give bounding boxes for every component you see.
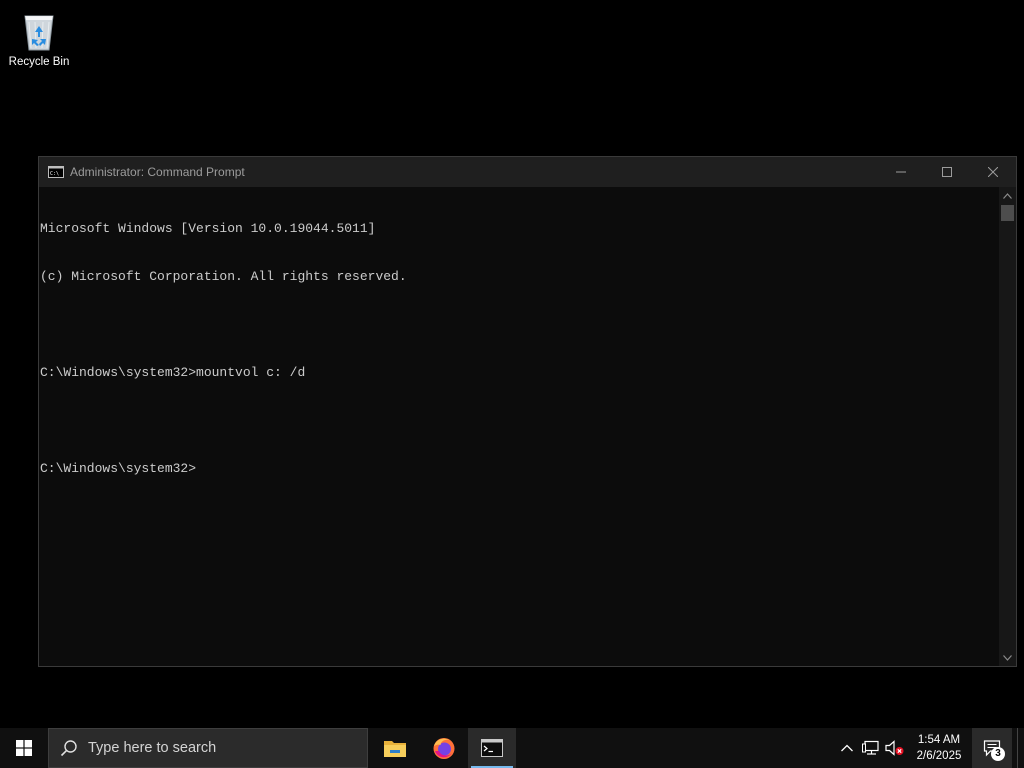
chevron-down-icon <box>1003 654 1012 661</box>
firefox-icon <box>433 738 455 759</box>
vertical-scrollbar[interactable] <box>999 187 1016 666</box>
taskbar-app-command-prompt[interactable] <box>468 728 516 768</box>
network-icon <box>862 740 879 755</box>
scrollbar-thumb[interactable] <box>1001 205 1014 221</box>
action-center-button[interactable]: 3 <box>972 728 1012 768</box>
console-icon <box>481 739 503 757</box>
taskbar-search-box[interactable]: Type here to search <box>48 728 368 768</box>
windows-logo-icon <box>16 740 32 756</box>
console-icon: C:\ <box>48 166 64 178</box>
recycle-bin-icon <box>24 15 54 51</box>
console-line: Microsoft Windows [Version 10.0.19044.50… <box>40 221 376 236</box>
search-placeholder: Type here to search <box>88 740 217 756</box>
window-titlebar[interactable]: C:\ Administrator: Command Prompt <box>39 157 1016 187</box>
minimize-icon <box>896 171 906 173</box>
show-desktop-button[interactable] <box>1017 728 1024 768</box>
window-controls <box>878 157 1016 187</box>
command-prompt-window[interactable]: C:\ Administrator: Command Prompt Micros… <box>38 156 1017 667</box>
console-prompt-line[interactable]: C:\Windows\system32> <box>40 461 999 477</box>
taskbar: Type here to search 1:54 AM 2/6/2025 3 <box>0 728 1024 768</box>
clock-date: 2/6/2025 <box>916 750 962 762</box>
console-output[interactable]: Microsoft Windows [Version 10.0.19044.50… <box>39 187 999 666</box>
start-button[interactable] <box>0 728 48 768</box>
folder-icon <box>384 741 406 757</box>
show-hidden-icons-button[interactable] <box>836 728 858 768</box>
close-icon <box>988 167 998 177</box>
desktop-icon-recycle-bin[interactable]: Recycle Bin <box>4 6 74 76</box>
clock-time: 1:54 AM <box>917 734 961 746</box>
notification-count-badge: 3 <box>991 747 1005 761</box>
taskbar-app-firefox[interactable] <box>420 728 468 768</box>
scroll-down-button[interactable] <box>999 649 1016 666</box>
search-icon <box>60 740 77 757</box>
minimize-button[interactable] <box>878 157 924 187</box>
chevron-up-icon <box>1003 192 1012 199</box>
volume-muted-icon <box>885 740 904 756</box>
volume-tray-button[interactable] <box>883 728 907 768</box>
taskbar-app-file-explorer[interactable] <box>371 728 419 768</box>
chevron-up-icon <box>841 744 853 752</box>
console-line: (c) Microsoft Corporation. All rights re… <box>40 269 407 284</box>
scroll-up-button[interactable] <box>999 187 1016 204</box>
desktop-icon-label: Recycle Bin <box>8 56 70 68</box>
console-line: C:\Windows\system32>mountvol c: /d <box>40 365 306 380</box>
maximize-icon <box>942 167 952 177</box>
network-tray-button[interactable] <box>859 728 883 768</box>
svg-text:C:\: C:\ <box>50 171 59 177</box>
close-button[interactable] <box>970 157 1016 187</box>
maximize-button[interactable] <box>924 157 970 187</box>
taskbar-clock[interactable]: 1:54 AM 2/6/2025 <box>906 728 972 768</box>
window-title: Administrator: Command Prompt <box>70 165 245 179</box>
desktop: Recycle Bin C:\ Administrator: Command P… <box>0 0 1024 728</box>
